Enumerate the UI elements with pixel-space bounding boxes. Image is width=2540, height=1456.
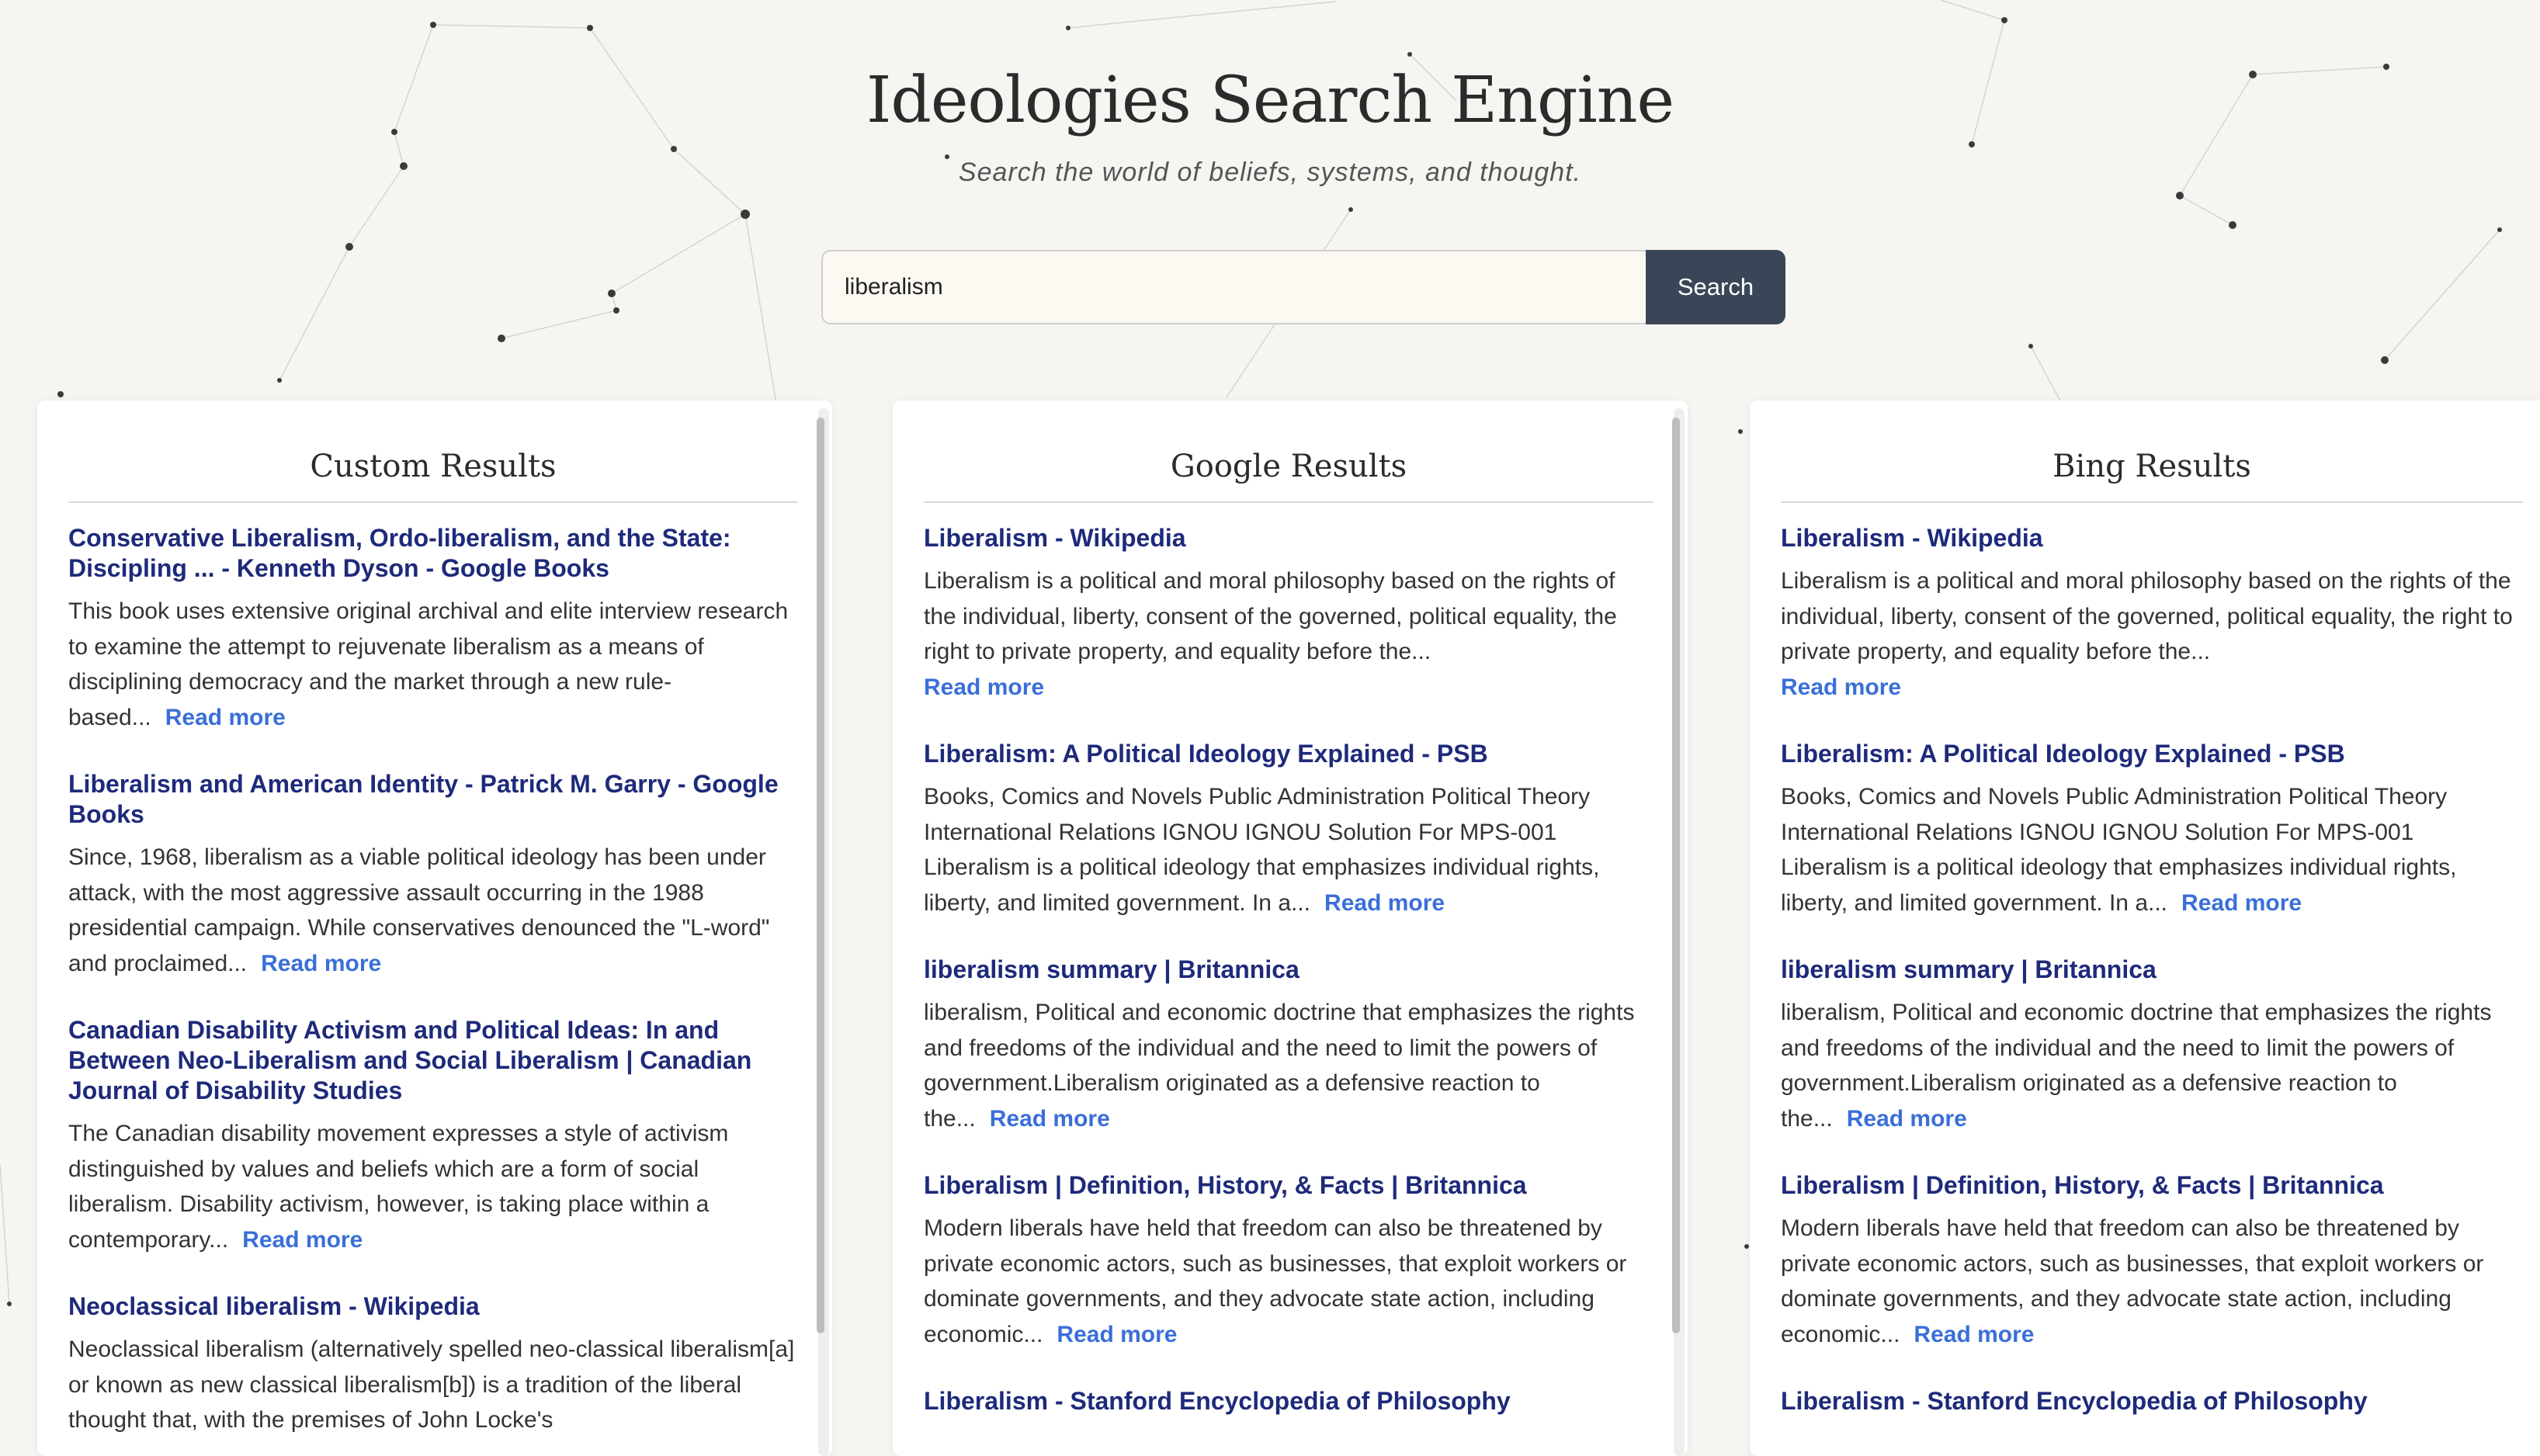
panel-title: Bing Results — [1781, 400, 2523, 503]
result-snippet: Modern liberals have held that freedom c… — [924, 1211, 1653, 1352]
read-more-link[interactable]: Read more — [990, 1106, 1110, 1132]
result-snippet: This book uses extensive original archiv… — [68, 594, 798, 735]
page-header: Ideologies Search Engine Search the worl… — [0, 0, 2540, 188]
result-snippet: Neoclassical liberalism (alternatively s… — [68, 1332, 798, 1438]
result-title-link[interactable]: liberalism summary | Britannica — [1781, 955, 2523, 985]
search-input[interactable] — [821, 250, 1646, 324]
result-item: Liberalism and American Identity - Patri… — [68, 769, 798, 981]
custom-results-scrollbar[interactable] — [817, 408, 829, 1456]
result-snippet: Since, 1968, liberalism as a viable poli… — [68, 840, 798, 981]
read-more-link[interactable]: Read more — [1914, 1322, 2034, 1347]
panel-title: Custom Results — [68, 400, 798, 503]
result-title-link[interactable]: Canadian Disability Activism and Politic… — [68, 1015, 798, 1106]
read-more-link[interactable]: Read more — [165, 705, 286, 730]
result-title-link[interactable]: Liberalism: A Political Ideology Explain… — [1781, 739, 2523, 769]
result-item: Canadian Disability Activism and Politic… — [68, 1015, 798, 1257]
result-title-link[interactable]: Liberalism | Definition, History, & Fact… — [1781, 1170, 2523, 1201]
result-item: liberalism summary | Britannica liberali… — [1781, 955, 2523, 1136]
result-snippet-text: Books, Comics and Novels Public Administ… — [924, 784, 1600, 916]
scrollbar-thumb[interactable] — [1672, 418, 1680, 1333]
read-more-link[interactable]: Read more — [924, 674, 1044, 700]
result-snippet: Liberalism is a political and moral phil… — [924, 563, 1653, 705]
result-snippet-text: Books, Comics and Novels Public Administ… — [1781, 784, 2457, 916]
panel-title: Google Results — [924, 400, 1653, 503]
result-item: Liberalism - Stanford Encyclopedia of Ph… — [924, 1386, 1653, 1416]
result-item: Liberalism | Definition, History, & Fact… — [924, 1170, 1653, 1352]
bing-results-panel: Bing Results Liberalism - Wikipedia Libe… — [1750, 400, 2540, 1456]
result-item: Liberalism - Wikipedia Liberalism is a p… — [924, 523, 1653, 705]
result-snippet: Modern liberals have held that freedom c… — [1781, 1211, 2523, 1352]
result-title-link[interactable]: Liberalism - Stanford Encyclopedia of Ph… — [924, 1386, 1653, 1416]
result-item: Neoclassical liberalism - Wikipedia Neoc… — [68, 1291, 798, 1438]
result-title-link[interactable]: Neoclassical liberalism - Wikipedia — [68, 1291, 798, 1322]
result-title-link[interactable]: Liberalism: A Political Ideology Explain… — [924, 739, 1653, 769]
result-title-link[interactable]: Liberalism | Definition, History, & Fact… — [924, 1170, 1653, 1201]
page-subtitle: Search the world of beliefs, systems, an… — [958, 158, 1582, 187]
scrollbar-thumb[interactable] — [817, 418, 824, 1333]
result-snippet: liberalism, Political and economic doctr… — [924, 995, 1653, 1136]
search-bar: Search — [821, 250, 1785, 324]
read-more-link[interactable]: Read more — [1324, 890, 1445, 916]
result-snippet-text: Neoclassical liberalism (alternatively s… — [68, 1336, 795, 1433]
result-snippet-text: Liberalism is a political and moral phil… — [1781, 568, 2513, 664]
read-more-link[interactable]: Read more — [261, 951, 381, 976]
read-more-link[interactable]: Read more — [1781, 674, 1901, 700]
result-snippet: liberalism, Political and economic doctr… — [1781, 995, 2523, 1136]
custom-results-panel: Custom Results Conservative Liberalism, … — [37, 400, 832, 1456]
google-results-scrollbar[interactable] — [1672, 408, 1685, 1456]
result-snippet: Liberalism is a political and moral phil… — [1781, 563, 2523, 705]
result-title-link[interactable]: Liberalism - Wikipedia — [1781, 523, 2523, 553]
result-snippet: The Canadian disability movement express… — [68, 1116, 798, 1257]
read-more-link[interactable]: Read more — [2181, 890, 2302, 916]
result-snippet-text: The Canadian disability movement express… — [68, 1121, 729, 1253]
result-item: Liberalism - Stanford Encyclopedia of Ph… — [1781, 1386, 2523, 1416]
result-snippet-text: Modern liberals have held that freedom c… — [924, 1215, 1627, 1347]
result-snippet-text: Modern liberals have held that freedom c… — [1781, 1215, 2484, 1347]
read-more-link[interactable]: Read more — [1847, 1106, 1967, 1132]
result-title-link[interactable]: Conservative Liberalism, Ordo-liberalism… — [68, 523, 798, 584]
result-title-link[interactable]: Liberalism - Stanford Encyclopedia of Ph… — [1781, 1386, 2523, 1416]
google-results-panel: Google Results Liberalism - Wikipedia Li… — [893, 400, 1688, 1456]
result-item: liberalism summary | Britannica liberali… — [924, 955, 1653, 1136]
search-button[interactable]: Search — [1646, 250, 1785, 324]
result-item: Conservative Liberalism, Ordo-liberalism… — [68, 523, 798, 735]
result-item: Liberalism | Definition, History, & Fact… — [1781, 1170, 2523, 1352]
result-snippet-text: Liberalism is a political and moral phil… — [924, 568, 1617, 664]
result-title-link[interactable]: Liberalism and American Identity - Patri… — [68, 769, 798, 830]
result-item: Liberalism: A Political Ideology Explain… — [1781, 739, 2523, 920]
read-more-link[interactable]: Read more — [1057, 1322, 1177, 1347]
result-item: Liberalism - Wikipedia Liberalism is a p… — [1781, 523, 2523, 705]
result-snippet-text: Since, 1968, liberalism as a viable poli… — [68, 844, 770, 976]
read-more-link[interactable]: Read more — [242, 1227, 363, 1253]
result-snippet: Books, Comics and Novels Public Administ… — [924, 779, 1653, 920]
result-item: Liberalism: A Political Ideology Explain… — [924, 739, 1653, 920]
result-snippet: Books, Comics and Novels Public Administ… — [1781, 779, 2523, 920]
result-title-link[interactable]: Liberalism - Wikipedia — [924, 523, 1653, 553]
result-title-link[interactable]: liberalism summary | Britannica — [924, 955, 1653, 985]
page-title: Ideologies Search Engine — [866, 64, 1674, 137]
